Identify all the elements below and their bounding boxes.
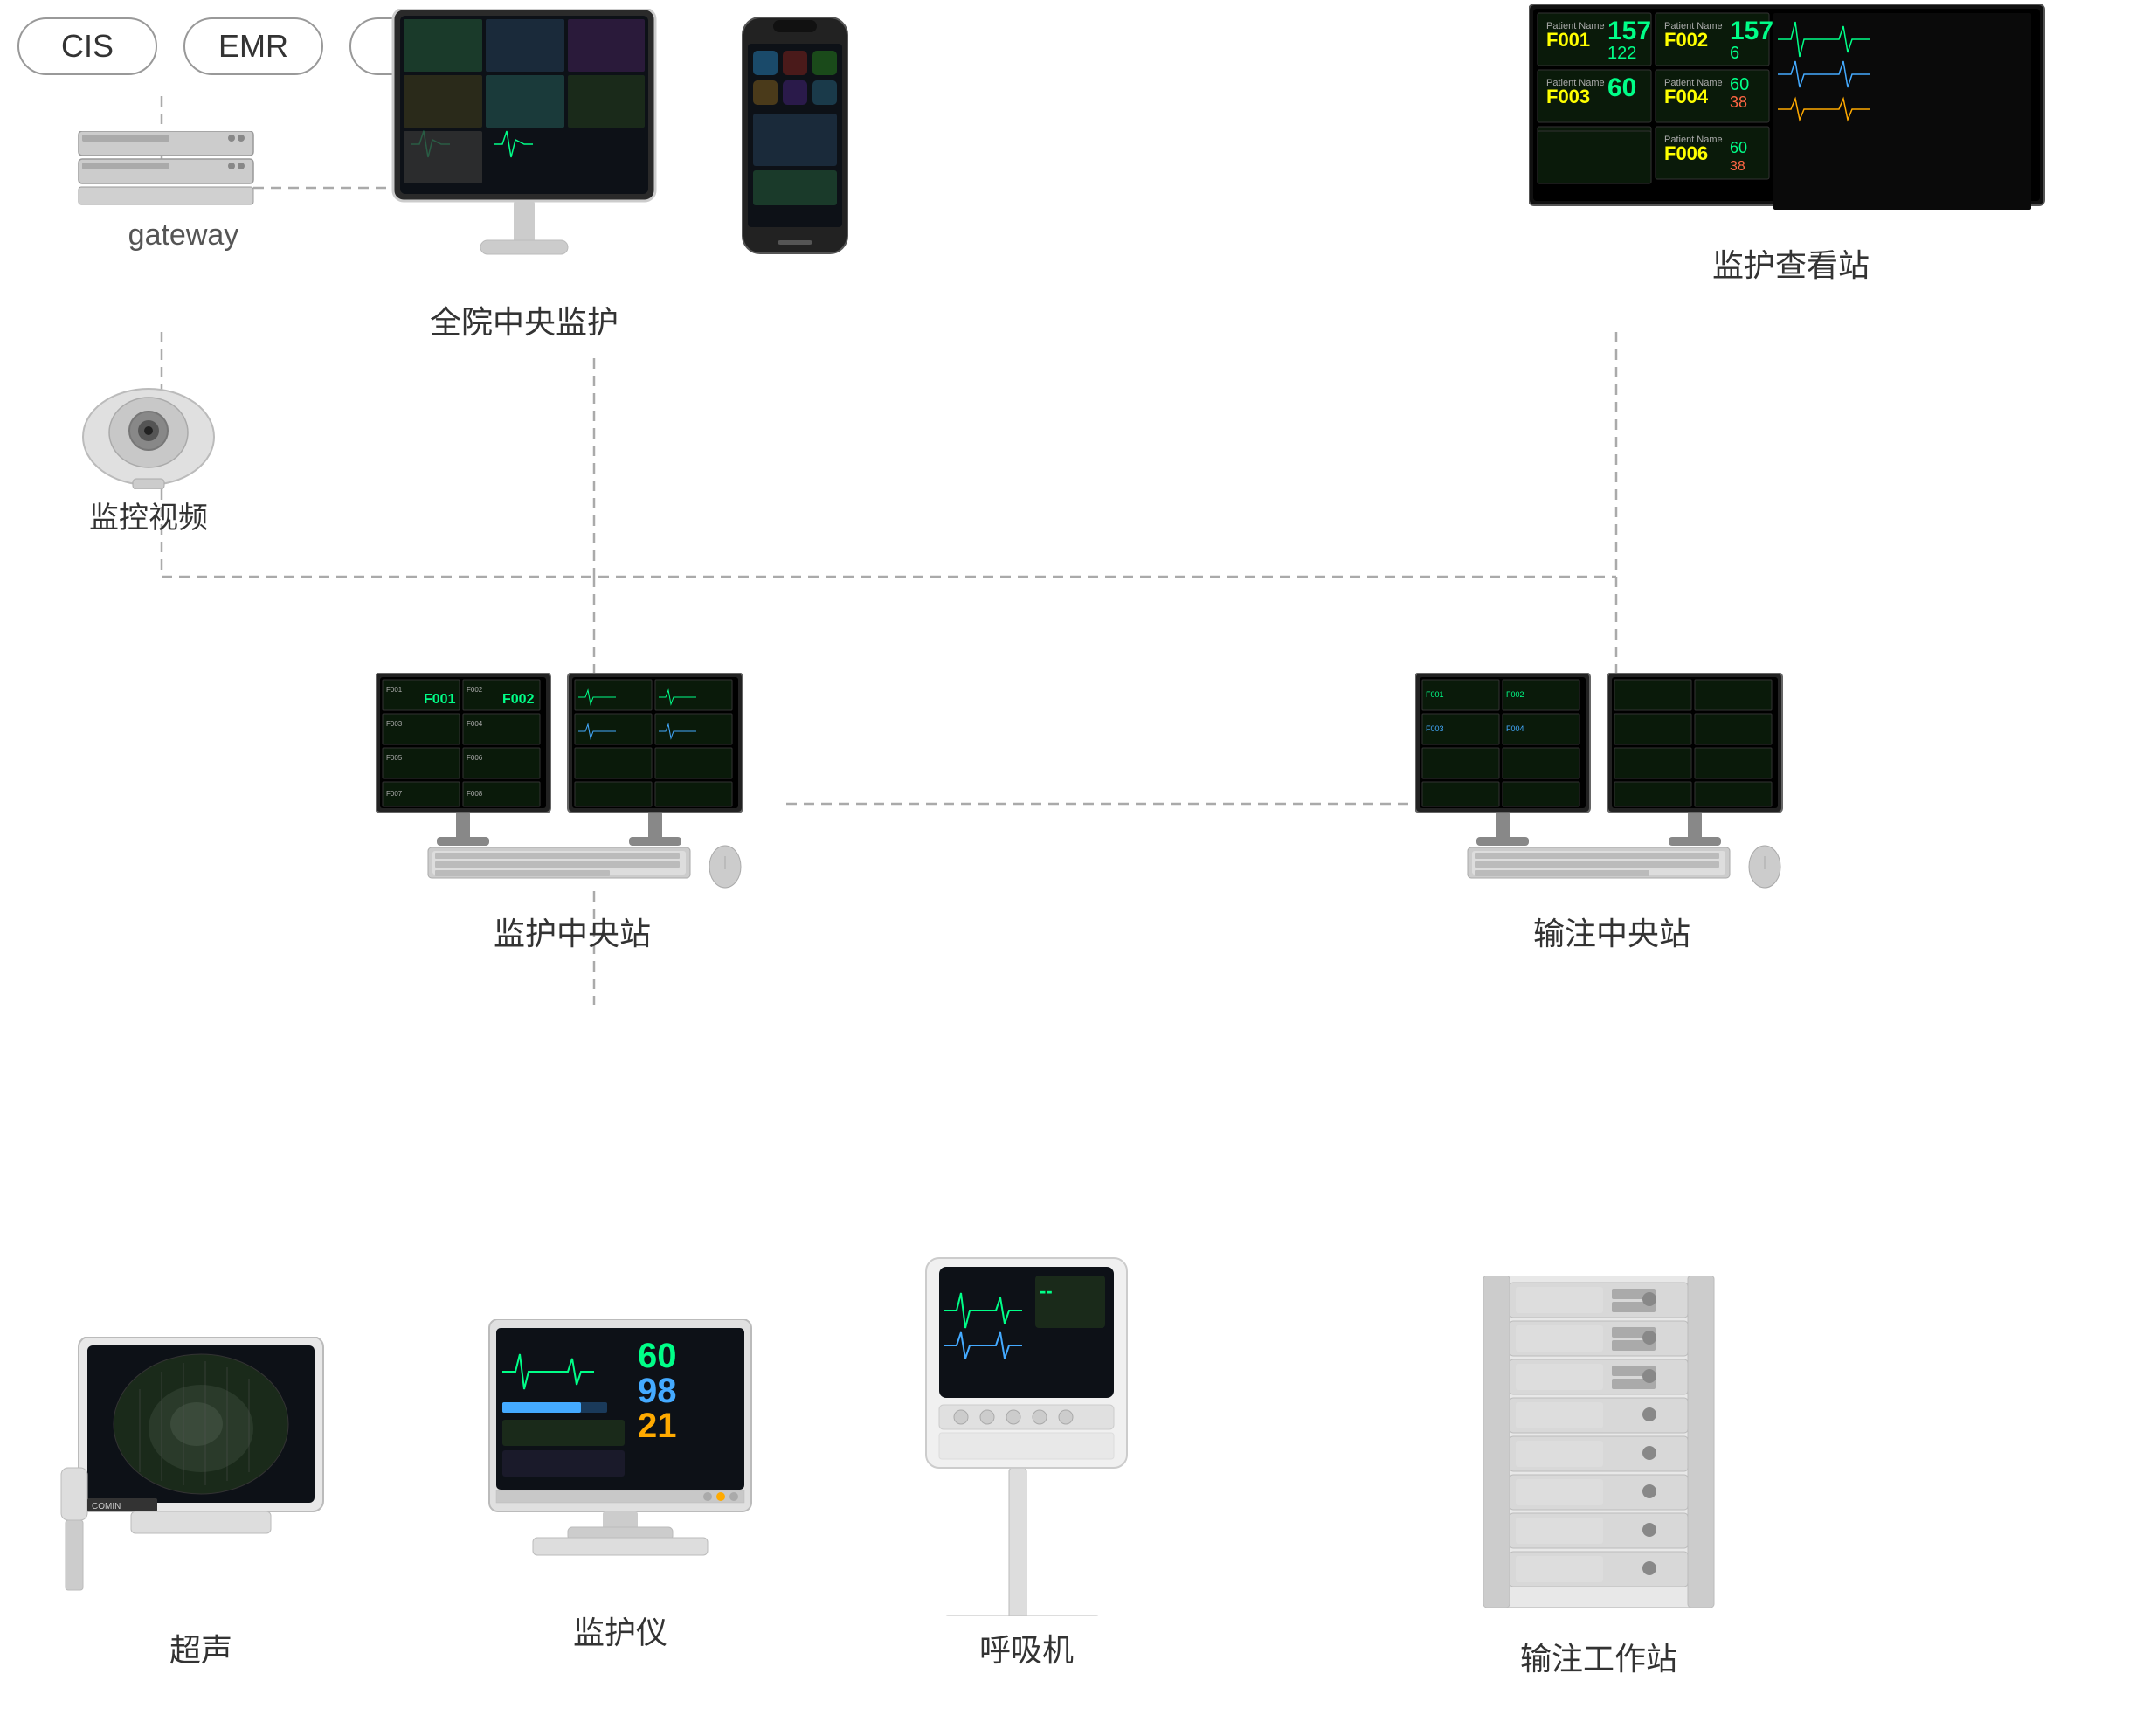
infusion-central-device: F001 F002 F003 F004 (1415, 673, 1808, 950)
gateway-label: gateway (87, 218, 280, 252)
svg-text:122: 122 (1607, 44, 1636, 63)
patient-monitor-label: 监护仪 (463, 1608, 778, 1653)
svg-text:F002: F002 (1506, 690, 1524, 699)
svg-text:38: 38 (1730, 159, 1745, 174)
svg-text:F004: F004 (467, 720, 483, 728)
patient-monitor-device: 60 98 21 COMEN 监护仪 (463, 1319, 778, 1649)
svg-text:F001: F001 (1546, 29, 1590, 51)
infusion-workstation-device: 输注工作站 (1450, 1276, 1747, 1675)
surveillance-label: 监控视频 (70, 494, 227, 536)
svg-text:F005: F005 (386, 754, 403, 762)
ultrasound-device: COMIN 超声 (44, 1337, 358, 1666)
svg-text:157: 157 (1730, 17, 1773, 45)
diagram-container: .dashed { stroke: #aaa; stroke-width: 2.… (0, 0, 2129, 1736)
svg-text:60: 60 (1730, 75, 1749, 94)
emr-pill: EMR (183, 17, 323, 75)
patient-monitor-icon: 60 98 21 COMEN (463, 1319, 778, 1599)
monitoring-central-device: F001 F001 F002 F002 F003 F004 F005 F006 … (376, 673, 769, 950)
infusion-workstation-label: 输注工作站 (1450, 1634, 1747, 1679)
gateway-device: gateway (70, 131, 262, 248)
svg-text:60: 60 (1730, 139, 1747, 156)
svg-text:F003: F003 (1426, 724, 1444, 733)
monitoring-central-icon: F001 F001 F002 F002 F003 F004 F005 F006 … (376, 673, 769, 900)
monitoring-central-label: 监护中央站 (376, 909, 769, 954)
svg-text:F002: F002 (467, 686, 483, 694)
svg-text:F003: F003 (1546, 86, 1590, 107)
infusion-central-icon: F001 F002 F003 F004 (1415, 673, 1808, 900)
phone-device (734, 17, 856, 266)
monitor-station-label: 监护查看站 (1529, 240, 2053, 286)
svg-text:F001: F001 (1426, 690, 1444, 699)
svg-text:21: 21 (638, 1407, 677, 1445)
svg-text:60: 60 (638, 1337, 677, 1375)
ultrasound-icon: COMIN (44, 1337, 358, 1616)
camera-icon (70, 349, 227, 489)
central-monitor-device: 全院中央监护 (367, 9, 681, 338)
svg-text:98: 98 (638, 1372, 677, 1410)
svg-text:38: 38 (1730, 93, 1747, 111)
svg-text:F004: F004 (1664, 86, 1709, 107)
svg-text:F002: F002 (502, 692, 535, 707)
svg-text:6: 6 (1730, 44, 1739, 63)
svg-text:157: 157 (1607, 17, 1651, 45)
gateway-icon (70, 131, 262, 210)
svg-text:COMIN: COMIN (92, 1502, 121, 1511)
ventilator-device: -- 呼吸机 (874, 1249, 1179, 1666)
svg-text:60: 60 (1607, 73, 1636, 102)
svg-text:F006: F006 (1664, 142, 1708, 164)
ventilator-icon: -- (874, 1249, 1179, 1616)
svg-text:F001: F001 (424, 692, 456, 707)
ultrasound-label: 超声 (44, 1625, 358, 1670)
svg-text:F003: F003 (386, 720, 403, 728)
cis-pill: CIS (17, 17, 157, 75)
phone-icon (734, 17, 856, 262)
monitor-station-icon: Patient Name F001 157 122 Patient Name F… (1529, 4, 2053, 232)
svg-text:--: -- (1040, 1280, 1053, 1302)
imac-icon (367, 9, 681, 288)
svg-text:F002: F002 (1664, 29, 1708, 51)
central-monitor-label: 全院中央监护 (367, 297, 681, 342)
svg-text:F001: F001 (386, 686, 403, 694)
infusion-workstation-icon (1450, 1276, 1747, 1625)
surveillance-device: 监控视频 (70, 349, 227, 536)
ventilator-label: 呼吸机 (874, 1625, 1179, 1670)
monitor-station-display: Patient Name F001 157 122 Patient Name F… (1529, 4, 2053, 281)
svg-text:F004: F004 (1506, 724, 1524, 733)
svg-text:F006: F006 (467, 754, 483, 762)
svg-text:F007: F007 (386, 790, 403, 798)
svg-text:F008: F008 (467, 790, 483, 798)
infusion-central-label: 输注中央站 (1415, 909, 1808, 954)
